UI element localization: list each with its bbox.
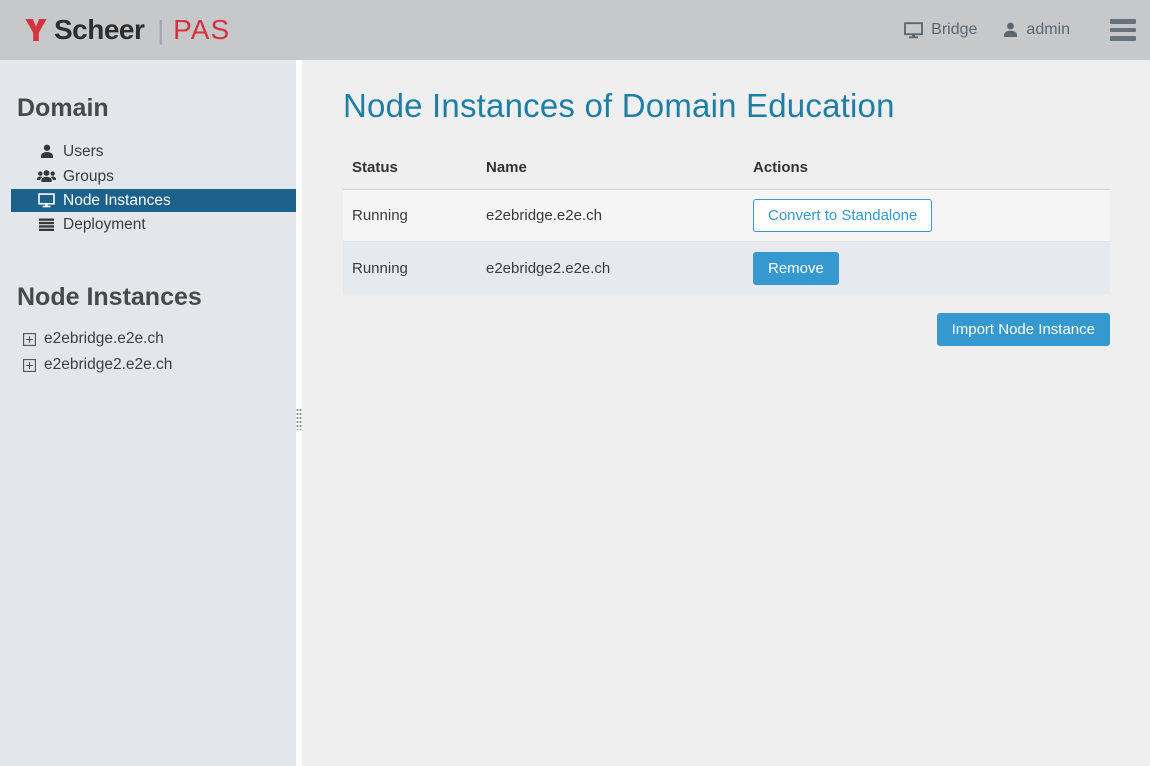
main-content: Node Instances of Domain Education Statu… [302,60,1150,766]
actions-cell: Convert to Standalone [744,199,1110,232]
product-text: PAS [173,14,230,46]
import-node-instance-button[interactable]: Import Node Instance [937,313,1110,346]
table-row: Running e2ebridge.e2e.ch Convert to Stan… [343,190,1110,242]
status-cell: Running [343,260,477,277]
bridge-menu[interactable]: Bridge [904,21,977,39]
remove-button[interactable]: Remove [753,252,839,285]
brand-separator: | [157,15,164,46]
sidebar: Domain Users [0,60,296,766]
users-icon [36,169,57,184]
column-header-name: Name [477,159,744,176]
plus-square-icon[interactable] [23,359,36,372]
column-header-status: Status [343,159,477,176]
sidebar-item-label: Users [63,143,103,161]
top-header: Scheer | PAS Bridge admin [0,0,1150,60]
page-body: Domain Users [0,60,1150,766]
list-icon [36,218,57,231]
import-row: Import Node Instance [343,313,1110,346]
user-icon [36,144,57,159]
status-cell: Running [343,207,477,224]
monitor-icon [36,193,57,208]
actions-cell: Remove [744,252,1110,285]
page-title: Node Instances of Domain Education [343,87,1110,125]
sidebar-heading-domain: Domain [17,94,296,123]
sidebar-item-node-instances[interactable]: Node Instances [11,189,296,212]
table-header-row: Status Name Actions [343,159,1110,190]
monitor-icon [904,22,923,39]
scheer-logo-icon [24,17,48,43]
node-instances-table: Status Name Actions Running e2ebridge.e2… [343,159,1110,294]
sidebar-item-deployment[interactable]: Deployment [11,212,296,237]
user-icon [1003,22,1018,38]
tree-item-e2ebridge2[interactable]: e2ebridge2.e2e.ch [23,352,296,378]
sidebar-heading-node-instances: Node Instances [17,283,296,312]
resizer-drag-handle-icon[interactable] [296,408,302,430]
sidebar-resizer[interactable] [296,60,302,766]
tree-item-label: e2ebridge.e2e.ch [44,330,164,348]
name-cell: e2ebridge.e2e.ch [477,207,744,224]
user-label: admin [1026,21,1070,39]
tree-item-e2ebridge[interactable]: e2ebridge.e2e.ch [23,326,296,352]
sidebar-item-label: Deployment [63,216,146,234]
user-menu[interactable]: admin [1003,21,1070,39]
node-instances-tree: e2ebridge.e2e.ch e2ebridge2.e2e.ch [0,326,296,378]
tree-item-label: e2ebridge2.e2e.ch [44,356,172,374]
scheer-pas-logo: Scheer | PAS [24,14,230,46]
brand-text: Scheer [54,14,144,46]
bridge-label: Bridge [931,21,977,39]
column-header-actions: Actions [744,159,1110,176]
sidebar-item-label: Node Instances [63,192,171,210]
hamburger-menu-icon[interactable] [1110,19,1136,41]
domain-nav: Users Groups [0,139,296,237]
plus-square-icon[interactable] [23,333,36,346]
header-right: Bridge admin [904,19,1136,41]
sidebar-item-groups[interactable]: Groups [11,164,296,189]
convert-to-standalone-button[interactable]: Convert to Standalone [753,199,932,232]
sidebar-item-label: Groups [63,168,114,186]
sidebar-item-users[interactable]: Users [11,139,296,164]
table-row: Running e2ebridge2.e2e.ch Remove [343,242,1110,294]
name-cell: e2ebridge2.e2e.ch [477,260,744,277]
